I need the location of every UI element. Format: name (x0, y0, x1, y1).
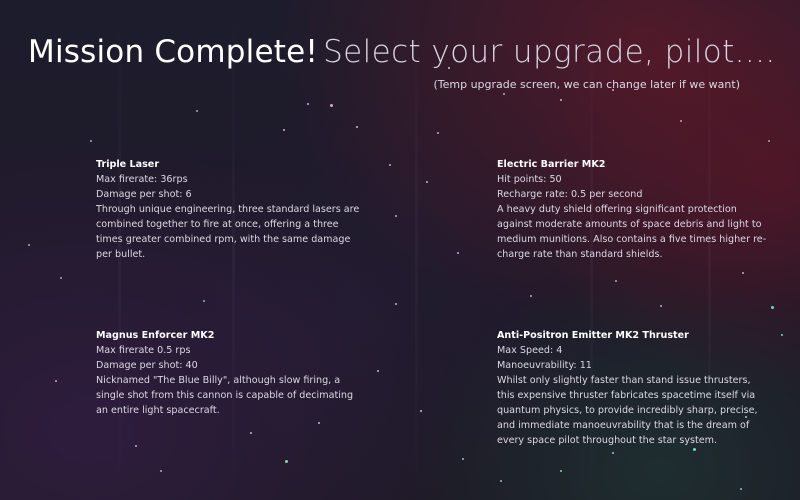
star (420, 410, 422, 412)
star (500, 480, 502, 482)
star (781, 334, 783, 336)
star (60, 277, 62, 279)
star (680, 120, 682, 122)
upgrade-stat: Damage per shot: 6 (96, 189, 192, 200)
upgrade-stat: Damage per shot: 40 (96, 360, 198, 371)
temp-note: (Temp upgrade screen, we can change late… (433, 78, 740, 91)
star (503, 93, 505, 95)
upgrade-card-anti-positron-thruster[interactable]: Anti-Positron Emitter MK2 Thruster Max S… (497, 328, 763, 448)
star (389, 164, 391, 166)
star (250, 432, 252, 434)
star (307, 103, 309, 105)
upgrade-card-magnus-enforcer[interactable]: Magnus Enforcer MK2 Max firerate 0.5 rps… (96, 328, 366, 418)
star (771, 306, 774, 309)
star (693, 448, 696, 451)
page-subtitle: Select your upgrade, pilot.... (323, 34, 776, 70)
upgrade-stat: Max firerate 0.5 rps (96, 345, 191, 356)
upgrade-card-electric-barrier[interactable]: Electric Barrier MK2 Hit points: 50 Rech… (497, 157, 773, 262)
header: Mission Complete! Select your upgrade, p… (28, 34, 776, 70)
star (160, 470, 162, 472)
upgrade-description: Through unique engineering, three standa… (96, 204, 360, 260)
upgrade-description: Whilst only slightly faster than stand i… (497, 375, 758, 446)
star (377, 370, 379, 372)
upgrade-stat: Max firerate: 36rps (96, 174, 188, 185)
star (615, 280, 617, 282)
star (330, 104, 333, 107)
star (196, 110, 198, 112)
star (90, 140, 92, 142)
star (457, 252, 459, 254)
upgrade-name: Magnus Enforcer MK2 (96, 330, 215, 341)
star (395, 215, 397, 217)
star (356, 126, 358, 128)
star (612, 452, 614, 454)
upgrade-description: A heavy duty shield offering significant… (497, 204, 767, 260)
star (203, 300, 205, 302)
star (55, 380, 57, 382)
star (426, 181, 428, 183)
upgrade-description: Nicknamed "The Blue Billy", although slo… (96, 375, 354, 416)
star (462, 458, 464, 460)
star (740, 488, 742, 490)
light-streak (415, 0, 418, 500)
upgrade-stat: Hit points: 50 (497, 174, 562, 185)
star (285, 460, 288, 463)
star (560, 470, 562, 472)
star (660, 305, 662, 307)
upgrade-stat: Manoeuvrability: 11 (497, 360, 592, 371)
upgrade-stat: Max Speed: 4 (497, 345, 563, 356)
star (135, 445, 137, 447)
star (437, 132, 439, 134)
star (742, 272, 744, 274)
star (318, 422, 320, 424)
page-title: Mission Complete! (28, 34, 318, 70)
star (395, 303, 397, 305)
upgrade-stat: Recharge rate: 0.5 per second (497, 189, 643, 200)
upgrade-name: Electric Barrier MK2 (497, 159, 606, 170)
star (283, 129, 285, 131)
upgrade-card-triple-laser[interactable]: Triple Laser Max firerate: 36rps Damage … (96, 157, 366, 262)
upgrade-name: Anti-Positron Emitter MK2 Thruster (497, 330, 689, 341)
upgrade-name: Triple Laser (96, 159, 160, 170)
star (768, 140, 770, 142)
star (530, 295, 532, 297)
star (28, 244, 30, 246)
star (560, 99, 562, 101)
